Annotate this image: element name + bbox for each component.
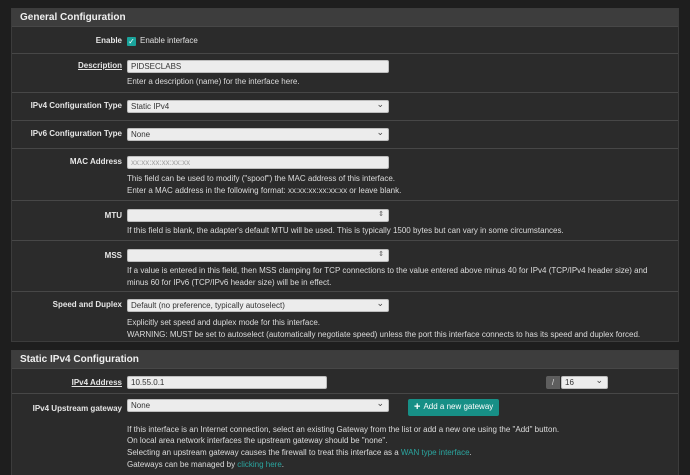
cidr-value: 16: [565, 378, 574, 387]
mss-help-line2: minus 60 for IPv6 (TCP/IPv6 header size)…: [127, 278, 332, 287]
gateway-row: IPv4 Upstream gateway None +Add a new ga…: [12, 393, 678, 475]
description-label: Description: [77, 61, 122, 70]
gateway-help-line1: If this interface is an Internet connect…: [127, 425, 560, 434]
gateway-help-line2: On local area network interfaces the ups…: [127, 436, 388, 445]
panel-title: Static IPv4 Configuration: [12, 351, 678, 369]
gateway-help4-end: .: [281, 460, 284, 469]
speed-label: Speed and Duplex: [52, 300, 122, 309]
wan-type-interface-link[interactable]: WAN type interface: [401, 448, 470, 457]
add-gateway-label: Add a new gateway: [423, 402, 494, 411]
mtu-help: If this field is blank, the adapter's de…: [127, 226, 564, 235]
cidr-select[interactable]: 16: [561, 376, 608, 389]
ipv6-type-select[interactable]: None: [127, 128, 389, 141]
panel-title: General Configuration: [12, 9, 678, 27]
description-input[interactable]: PIDSECLABS: [127, 60, 389, 73]
mac-row: MAC Address xx:xx:xx:xx:xx:xx This field…: [12, 148, 678, 200]
ipv6-type-row: IPv6 Configuration Type None: [12, 120, 678, 148]
ipv4-address-input[interactable]: 10.55.0.1: [127, 376, 327, 389]
gateway-help3-end: .: [469, 448, 472, 457]
enable-checkbox[interactable]: ✓: [127, 37, 136, 46]
gateway-select[interactable]: None: [127, 399, 389, 412]
ipv4-type-select[interactable]: Static IPv4: [127, 100, 389, 113]
ipv6-type-value: None: [131, 130, 151, 139]
ipv4-address-row: IPv4 Address 10.55.0.1 / 16: [12, 370, 678, 393]
enable-label: Enable: [95, 36, 122, 45]
mtu-label: MTU: [104, 211, 122, 220]
general-configuration-panel: General Configuration Enable ✓ Enable in…: [11, 8, 679, 342]
speed-help-line2: WARNING: MUST be set to autoselect (auto…: [127, 330, 641, 339]
add-gateway-button[interactable]: + Add a new gateway: [408, 399, 500, 416]
mac-input[interactable]: xx:xx:xx:xx:xx:xx: [127, 156, 389, 169]
mtu-input[interactable]: [127, 209, 389, 222]
plus-icon: +: [414, 401, 421, 413]
ipv6-type-label: IPv6 Configuration Type: [30, 129, 122, 138]
mss-help-line1: If a value is entered in this field, the…: [127, 266, 648, 275]
gateway-label: IPv4 Upstream gateway: [32, 404, 122, 413]
mss-row: MSS If a value is entered in this field,…: [12, 240, 678, 291]
gateway-value: None: [131, 401, 151, 410]
mac-help-line2: Enter a MAC address in the following for…: [127, 186, 402, 195]
enable-row: Enable ✓ Enable interface: [12, 28, 678, 53]
mac-help-line1: This field can be used to modify ("spoof…: [127, 174, 396, 183]
enable-checkbox-label[interactable]: Enable interface: [140, 36, 198, 45]
cidr-slash: /: [546, 376, 560, 389]
ipv4-type-label: IPv4 Configuration Type: [30, 101, 122, 110]
speed-row: Speed and Duplex Default (no preference,…: [12, 291, 678, 343]
description-row: Description PIDSECLABS Enter a descripti…: [12, 53, 678, 92]
mss-input[interactable]: [127, 249, 389, 262]
mss-label: MSS: [104, 251, 122, 260]
ipv4-address-label: IPv4 Address: [71, 378, 122, 387]
mtu-row: MTU If this field is blank, the adapter'…: [12, 200, 678, 240]
gateway-help-line4: Gateways can be managed by clicking here…: [127, 459, 284, 471]
gateway-help4-text: Gateways can be managed by: [127, 460, 238, 469]
ipv4-type-row: IPv4 Configuration Type Static IPv4: [12, 92, 678, 120]
speed-select[interactable]: Default (no preference, typically autose…: [127, 299, 389, 312]
speed-help-line1: Explicitly set speed and duplex mode for…: [127, 318, 320, 327]
description-help: Enter a description (name) for the inter…: [127, 77, 300, 86]
mac-label: MAC Address: [69, 157, 122, 166]
speed-value: Default (no preference, typically autose…: [131, 301, 285, 310]
static-ipv4-panel: Static IPv4 Configuration IPv4 Address 1…: [11, 350, 679, 475]
gateway-help3-text: Selecting an upstream gateway causes the…: [127, 448, 401, 457]
manage-gateways-link[interactable]: clicking here: [237, 460, 281, 469]
gateway-help-line3: Selecting an upstream gateway causes the…: [127, 447, 472, 459]
ipv4-type-value: Static IPv4: [131, 102, 170, 111]
